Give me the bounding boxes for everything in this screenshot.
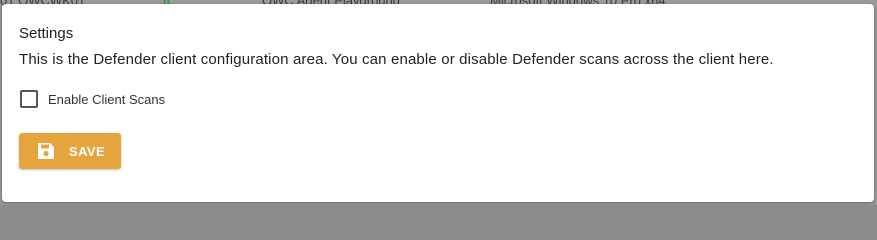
enable-client-scans-checkbox[interactable] [20,90,38,108]
save-button[interactable]: SAVE [19,133,121,169]
enable-client-scans-option[interactable]: Enable Client Scans [20,90,165,108]
enable-client-scans-label: Enable Client Scans [48,91,166,107]
floppy-disk-icon [37,142,55,160]
settings-dialog: Settings This is the Defender client con… [2,4,874,202]
dialog-title: Settings [19,25,74,42]
dialog-description: This is the Defender client configuratio… [19,51,774,68]
save-button-label: SAVE [69,143,106,159]
